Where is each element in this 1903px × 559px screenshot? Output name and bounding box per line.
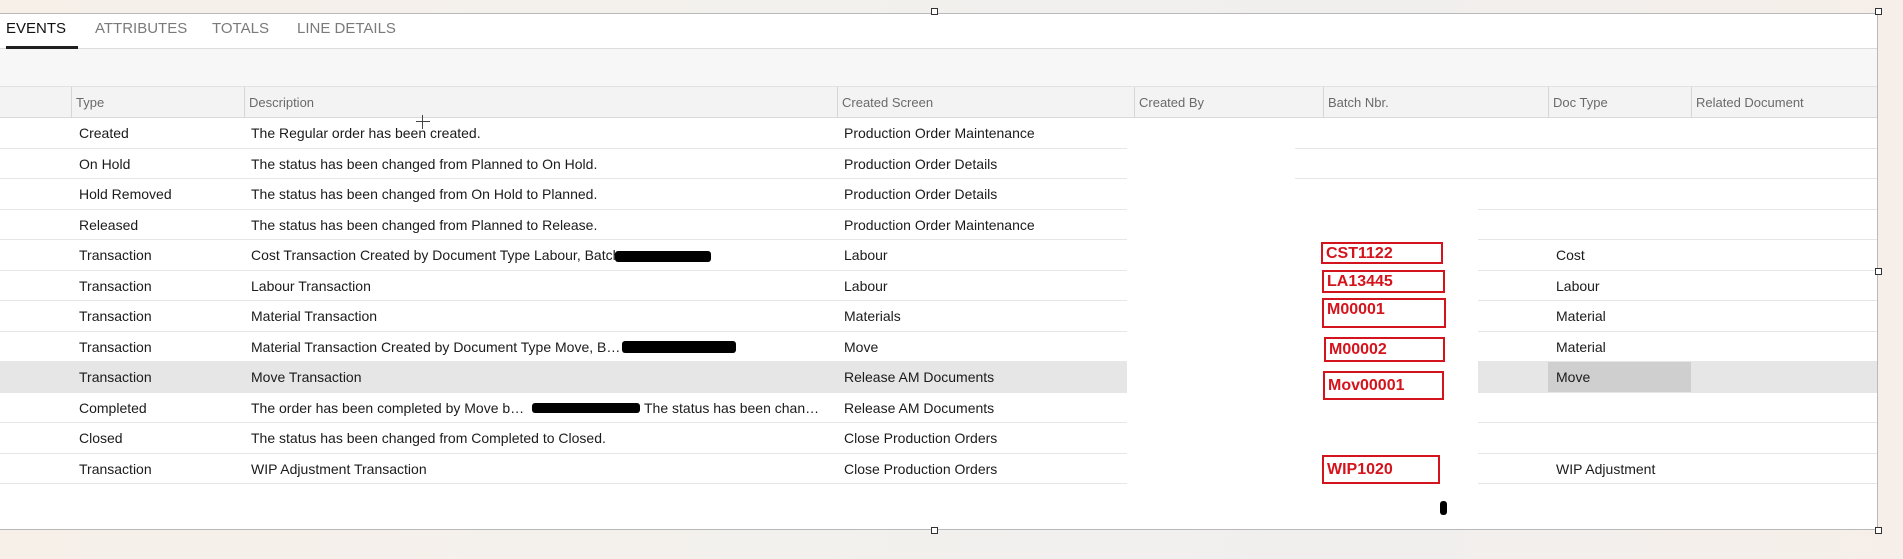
table-row-selected[interactable]: Transaction Move Transaction Release AM … [0,362,1878,393]
redaction-mark [622,341,736,353]
cell-description-tail: The status has been chang... [644,399,824,416]
cell-created-screen: Labour [844,277,888,294]
cell-created-screen: Production Order Maintenance [844,125,1035,141]
column-header-created-by[interactable]: Created By [1134,87,1323,118]
cell-created-screen: Close Production Orders [844,430,998,446]
cell-created-screen: Move [844,338,879,355]
cell-created-screen: Release AM Documents [844,369,995,385]
cell-created-screen: Close Production Orders [844,460,998,477]
cell-description: Material Transaction Created by Document… [251,338,626,355]
tab-attributes[interactable]: ATTRIBUTES [95,13,187,49]
column-header-batch-nbr[interactable]: Batch Nbr. [1323,87,1548,118]
tab-bar: EVENTS ATTRIBUTES TOTALS LINE DETAILS [0,13,1878,49]
batch-annotation: M00002 [1324,337,1445,362]
table-row[interactable]: Released The status has been changed fro… [0,209,1878,240]
cell-created-screen: Materials [844,308,901,324]
table-row[interactable]: Transaction Material Transaction Created… [0,331,1878,362]
batch-annotation: CST1122 [1321,242,1443,264]
redaction-mark [1440,501,1447,515]
resize-handle[interactable] [1875,527,1882,534]
tab-totals[interactable]: TOTALS [212,13,269,49]
grid-header: Type Description Created Screen Created … [0,87,1878,118]
table-row[interactable]: Transaction Cost Transaction Created by … [0,240,1878,271]
cell-type: Transaction [79,338,152,355]
cell-created-screen: Release AM Documents [844,399,995,416]
table-row[interactable]: Hold Removed The status has been changed… [0,179,1878,210]
table-row[interactable]: Completed The order has been completed b… [0,392,1878,423]
cell-type: Transaction [79,369,152,385]
cell-doc-type: Labour [1556,277,1600,294]
cell-description: The order has been completed by Move bat… [251,399,531,416]
cell-description: Move Transaction [251,369,362,385]
column-header-description[interactable]: Description [244,87,837,118]
column-header-doc-type[interactable]: Doc Type [1548,87,1691,118]
cell-type: Transaction [79,277,152,294]
cell-type: Transaction [79,308,152,324]
cell-type: Created [79,125,129,141]
redaction-cover [1127,118,1295,485]
cell-doc-type: Cost [1556,247,1585,263]
cell-doc-type[interactable]: Move [1548,362,1691,392]
cell-created-screen: Production Order Maintenance [844,216,1035,233]
batch-annotation: LA13445 [1322,270,1445,293]
table-row[interactable]: Transaction Material Transaction Materia… [0,301,1878,332]
resize-handle[interactable] [1875,8,1882,15]
tab-events[interactable]: EVENTS [6,13,78,49]
cell-type: Released [79,216,139,233]
cell-type: Closed [79,430,123,446]
column-header-type[interactable]: Type [71,87,244,118]
cell-description: The Regular order has been created. [251,125,481,141]
cell-type: Hold Removed [79,186,172,202]
column-header-related-document[interactable]: Related Document [1691,87,1878,118]
cell-created-screen: Labour [844,247,888,263]
table-row[interactable]: Transaction Labour Transaction Labour La… [0,270,1878,301]
cell-description: The status has been changed from Complet… [251,430,606,446]
resize-handle[interactable] [931,527,938,534]
table-row[interactable]: Transaction WIP Adjustment Transaction C… [0,453,1878,484]
cell-type: Transaction [79,460,152,477]
cell-created-screen: Production Order Details [844,186,998,202]
cell-type: On Hold [79,155,131,172]
batch-annotation: WIP1020 [1322,455,1440,484]
table-row[interactable]: Created The Regular order has been creat… [0,118,1878,149]
redaction-mark [532,403,640,413]
batch-annotation: Mov00001 [1323,371,1444,400]
column-header-created-screen[interactable]: Created Screen [837,87,1134,118]
cell-type: Transaction [79,247,152,263]
resize-handle[interactable] [931,8,938,15]
cell-description: The status has been changed from Planned… [251,216,598,233]
cell-description: Labour Transaction [251,277,371,294]
cell-type: Completed [79,399,147,416]
table-row[interactable]: On Hold The status has been changed from… [0,148,1878,179]
cell-description: Material Transaction [251,308,378,324]
cell-description: WIP Adjustment Transaction [251,460,427,477]
cell-description: The status has been changed from On Hold… [251,186,598,202]
grid-toolbar [0,49,1878,87]
cell-description: The status has been changed from Planned… [251,155,598,172]
redaction-mark [615,251,711,262]
cell-created-screen: Production Order Details [844,155,998,172]
resize-handle[interactable] [1875,268,1882,275]
cell-doc-type: WIP Adjustment [1556,460,1656,477]
table-row[interactable]: Closed The status has been changed from … [0,423,1878,454]
cell-doc-type: Material [1556,338,1606,355]
cell-doc-type: Material [1556,308,1606,324]
tab-line-details[interactable]: LINE DETAILS [297,13,396,49]
cell-description: Cost Transaction Created by Document Typ… [251,247,621,263]
batch-annotation: M00001 [1322,298,1446,328]
crosshair-cursor-icon [416,115,430,129]
